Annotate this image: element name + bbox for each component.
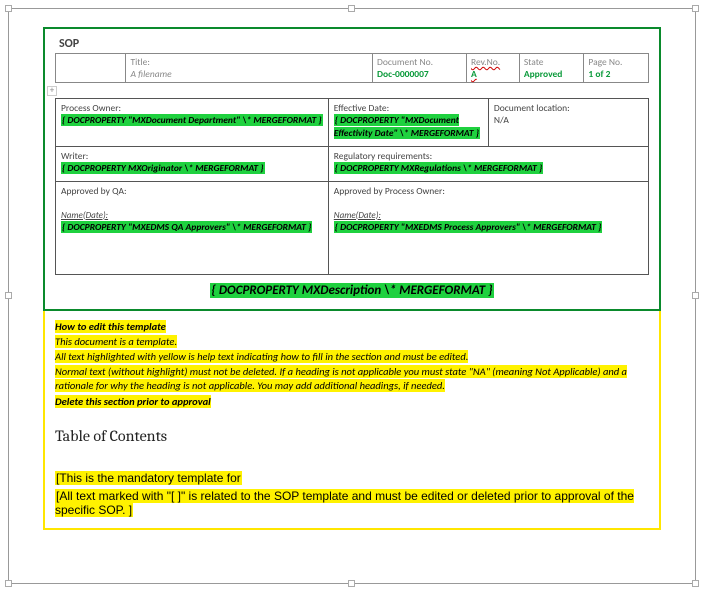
header-region: SOP Title: A filename Document No. Doc-0… <box>43 27 661 311</box>
pageno-value: 1 of 2 <box>588 68 610 80</box>
state-value: Approved <box>524 68 563 80</box>
docno-value: Doc-0000007 <box>377 68 429 80</box>
description-field[interactable]: { DOCPROPERTY MXDescription \* MERGEFORM… <box>210 283 493 298</box>
effective-date-label: Effective Date: <box>334 102 389 114</box>
resize-handle[interactable] <box>692 292 699 299</box>
resize-handle[interactable] <box>5 580 12 587</box>
name-date-label: Name(Date): <box>334 210 381 221</box>
process-owner-field[interactable]: { DOCPROPERTY "MXDocument Department" \*… <box>61 114 323 126</box>
table-anchor-icon[interactable]: + <box>47 86 57 96</box>
doc-location-value: N/A <box>494 114 509 126</box>
writer-label: Writer: <box>61 150 88 162</box>
approved-qa-label: Approved by QA: <box>61 185 127 197</box>
po-approvers-field[interactable]: { DOCPROPERTY "MXEDMS Process Approvers"… <box>334 221 603 233</box>
pageno-label: Page No. <box>588 56 622 68</box>
help-line: All text highlighted with yellow is help… <box>55 350 468 363</box>
help-region: How to edit this template This document … <box>43 311 661 530</box>
resize-handle[interactable] <box>692 580 699 587</box>
resize-handle[interactable] <box>5 292 12 299</box>
process-owner-label: Process Owner: <box>61 102 121 114</box>
reg-req-label: Regulatory requirements: <box>334 150 432 162</box>
resize-handle[interactable] <box>348 5 355 12</box>
help-delete-line: Delete this section prior to approval <box>55 395 211 408</box>
resize-handle[interactable] <box>5 5 12 12</box>
qa-approvers-field[interactable]: { DOCPROPERTY "MXEDMS QA Approvers" \* M… <box>61 221 312 233</box>
metadata-table: Process Owner: { DOCPROPERTY "MXDocument… <box>55 98 649 275</box>
doc-location-label: Document location: <box>494 102 570 114</box>
docno-label: Document No. <box>377 56 433 68</box>
state-label: State <box>524 56 544 68</box>
effective-date-field[interactable]: { DOCPROPERTY "MXDocument Effectivity Da… <box>334 114 480 139</box>
writer-field[interactable]: { DOCPROPERTY MXOriginator \* MERGEFORMA… <box>61 162 265 174</box>
approved-po-label: Approved by Process Owner: <box>334 185 445 197</box>
mandatory-line[interactable]: [This is the mandatory template for <box>55 471 242 485</box>
revno-value: A <box>471 68 477 80</box>
mandatory-line[interactable]: [All text marked with "[ ]" is related t… <box>55 489 634 517</box>
toc-heading: Table of Contents <box>55 427 649 445</box>
help-heading: How to edit this template <box>55 320 166 333</box>
description-line: { DOCPROPERTY MXDescription \* MERGEFORM… <box>55 283 649 299</box>
help-line: Normal text (without highlight) must not… <box>55 365 627 392</box>
sop-label: SOP <box>55 35 649 53</box>
selection-frame[interactable]: SOP Title: A filename Document No. Doc-0… <box>8 8 696 584</box>
resize-handle[interactable] <box>348 580 355 587</box>
revno-label: Rev.No. <box>471 56 500 68</box>
reg-req-field[interactable]: { DOCPROPERTY MXRegulations \* MERGEFORM… <box>334 162 544 174</box>
document-header-table: Title: A filename Document No. Doc-00000… <box>55 53 649 83</box>
resize-handle[interactable] <box>692 5 699 12</box>
name-date-label: Name(Date): <box>61 210 108 221</box>
help-line: This document is a template. <box>55 335 177 348</box>
title-value: A filename <box>130 68 171 80</box>
title-label: Title: <box>130 56 149 68</box>
